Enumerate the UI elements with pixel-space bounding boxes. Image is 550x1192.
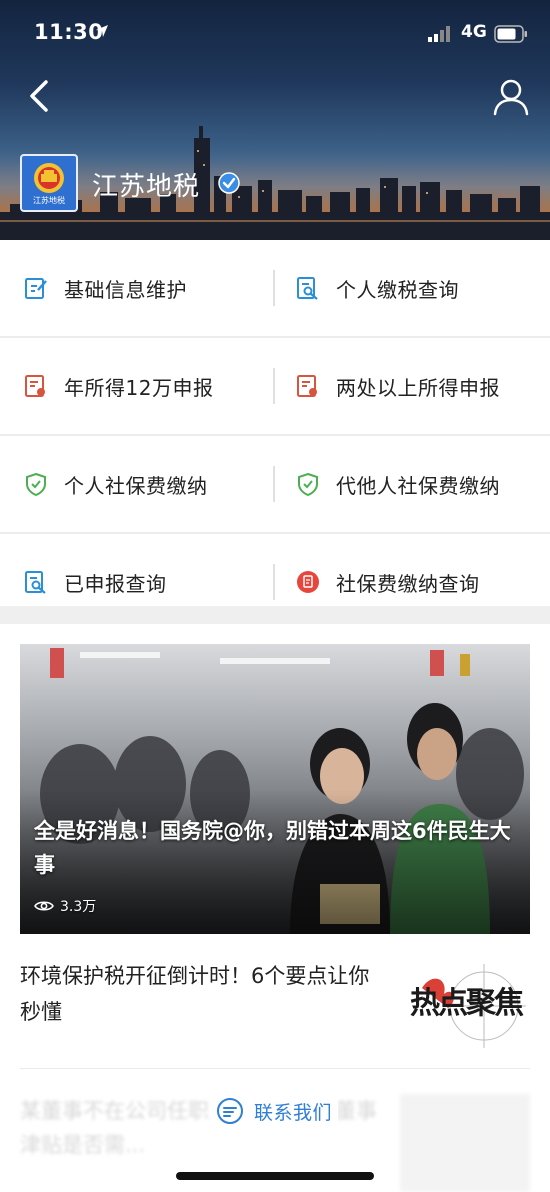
menu-item-label: 个人缴税查询: [336, 277, 459, 302]
section-gap: [0, 606, 550, 624]
menu-item-tax-payment-query[interactable]: 个人缴税查询: [296, 240, 536, 336]
featured-article-title: 全是好消息！国务院@你，别错过本周这6件民生大事: [34, 819, 511, 877]
logo-text: 江苏地税: [33, 196, 65, 205]
circle-doc-icon: [297, 571, 319, 593]
featured-article-card[interactable]: 全是好消息！国务院@你，别错过本周这6件民生大事 3.3万: [20, 644, 530, 934]
menu-item-label: 个人社保费缴纳: [64, 473, 208, 498]
faded-article-thumbnail: [400, 1094, 530, 1192]
eye-icon: [34, 901, 54, 911]
menu-item-label: 基础信息维护: [64, 277, 187, 302]
account-name: 江苏地税: [92, 172, 201, 202]
feed-divider: [20, 1068, 530, 1069]
menu-item-label: 社保费缴纳查询: [336, 571, 480, 596]
battery-icon: [494, 25, 527, 43]
menu-row: 个人社保费缴纳 代他人社保费缴纳: [0, 436, 550, 534]
search-doc-icon: [25, 571, 46, 594]
contact-us-label: 联系我们: [254, 1101, 333, 1124]
chat-bubble-icon: [217, 1098, 243, 1124]
view-count-value: 3.3万: [60, 899, 97, 915]
article-list-item[interactable]: 环境保护税开征倒计时！6个要点让你秒懂 热点聚焦: [20, 954, 530, 1064]
article-title: 环境保护税开征倒计时！6个要点让你秒懂: [20, 964, 370, 1024]
back-chevron-icon[interactable]: [22, 76, 58, 116]
menu-divider: [273, 270, 275, 306]
search-doc-icon: [297, 277, 318, 300]
home-indicator[interactable]: [176, 1172, 374, 1180]
edit-icon: [25, 278, 47, 299]
user-profile-icon[interactable]: [490, 76, 532, 118]
menu-divider: [273, 466, 275, 502]
view-count: 3.3万: [34, 896, 96, 916]
menu-item-label: 年所得12万申报: [64, 375, 214, 400]
thumbnail-text: 热点聚焦: [410, 986, 524, 1021]
contact-us-button[interactable]: 联系我们: [210, 1094, 339, 1128]
cellular-signal-icon: [428, 26, 450, 42]
status-time: 11:30: [34, 20, 104, 44]
shield-icon: [298, 472, 318, 496]
article-feed: 全是好消息！国务院@你，别错过本周这6件民生大事 3.3万 环境保护税开征倒计时…: [0, 624, 550, 1192]
network-type: 4G: [461, 22, 487, 42]
doc-icon: [297, 375, 317, 397]
menu-divider: [273, 564, 275, 600]
menu-row: 年所得12万申报 两处以上所得申报: [0, 338, 550, 436]
menu-item-label: 代他人社保费缴纳: [336, 473, 500, 498]
status-bar: 11:30 4G: [0, 0, 550, 62]
tax-bureau-logo: 江苏地税: [20, 154, 78, 212]
menu-item-annual-income-declaration[interactable]: 年所得12万申报: [24, 338, 264, 434]
menu-item-basic-info[interactable]: 基础信息维护: [24, 240, 264, 336]
location-arrow-icon: [96, 25, 108, 37]
menu-item-label: 两处以上所得申报: [336, 375, 500, 400]
service-menu: 基础信息维护 个人缴税查询 年所得12万申报 两处以上所得申报 个人社保费缴纳 …: [0, 240, 550, 632]
menu-item-social-insurance-payment[interactable]: 个人社保费缴纳: [24, 436, 264, 532]
city-skyline-image: [0, 126, 550, 240]
shield-icon: [26, 472, 46, 496]
verified-badge-icon: [218, 172, 240, 194]
emblem-icon: [34, 163, 64, 193]
account-header: 11:30 4G 江苏地税 江苏地税: [0, 0, 550, 240]
menu-row: 基础信息维护 个人缴税查询: [0, 240, 550, 338]
article-thumbnail: 热点聚焦: [392, 958, 530, 1054]
menu-item-label: 已申报查询: [64, 571, 167, 596]
menu-item-proxy-social-insurance-payment[interactable]: 代他人社保费缴纳: [296, 436, 536, 532]
crowd-photo-image: [20, 644, 530, 934]
doc-icon: [25, 375, 45, 397]
menu-divider: [273, 368, 275, 404]
menu-item-multi-income-declaration[interactable]: 两处以上所得申报: [296, 338, 536, 434]
